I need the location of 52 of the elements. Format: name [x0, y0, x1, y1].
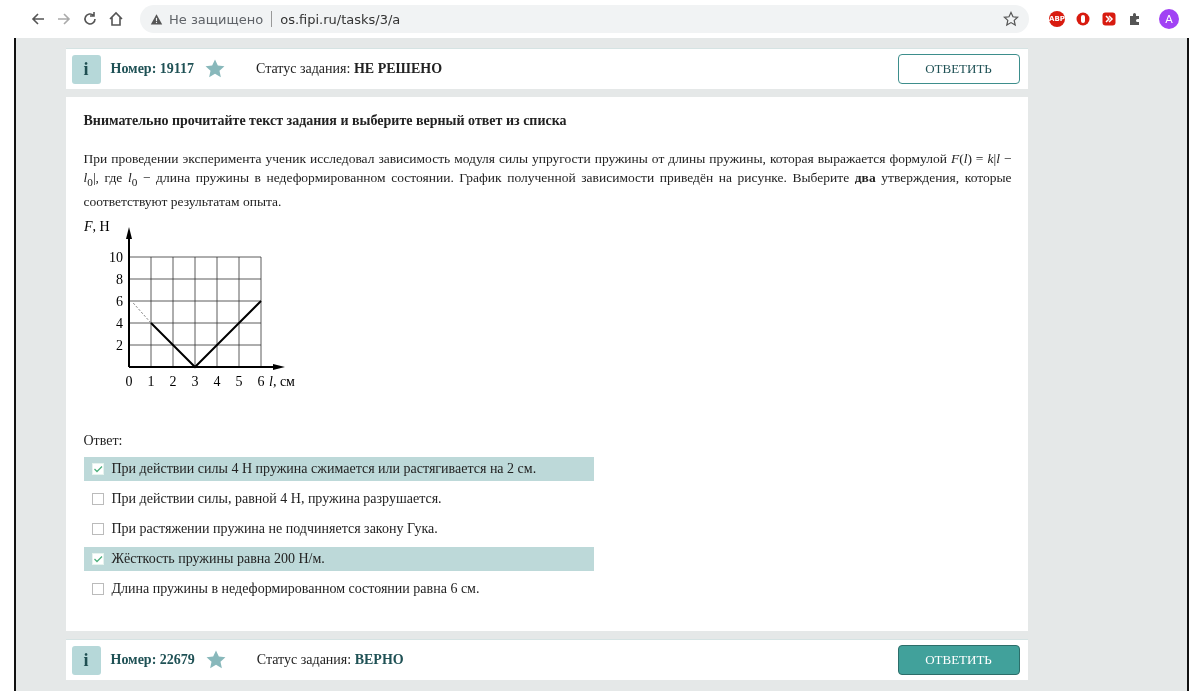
checkbox[interactable]	[91, 582, 104, 595]
answer-option[interactable]: Жёсткость пружины равна 200 Н/м.	[83, 546, 594, 571]
answer-button[interactable]: ОТВЕТИТЬ	[897, 54, 1020, 84]
task-text: При проведении эксперимента ученик исследовал зависимость модуля силы упругости пружины от длины пружины, которая выражается формулой F(l) = k|l − l$_{0}$|, где l$_{0}$ − длина пружины в недеформированном состоянии. График полученной зависимости приведён на рисунке. Выберите два утверждения, которые соответствуют результатам опыта.	[83, 150, 1012, 211]
security-label: Не защищено	[169, 11, 264, 27]
star-icon[interactable]	[204, 649, 227, 671]
x-tick-label: 5	[235, 373, 242, 389]
info-badge[interactable]: i	[71, 54, 101, 84]
y-tick-label: 6	[115, 293, 123, 309]
y-tick-label: 2	[115, 337, 123, 353]
x-tick-label: 0	[125, 373, 132, 389]
checkbox[interactable]	[91, 522, 104, 535]
x-axis-label: l, см	[268, 373, 295, 389]
answer-option[interactable]: При растяжении пружина не подчиняется закону Гука.	[83, 516, 594, 541]
profile-avatar[interactable]: A	[1159, 9, 1179, 29]
y-tick-label: 4	[115, 315, 123, 331]
task-status: Статус задания: ВЕРНО	[256, 652, 404, 668]
forward-icon[interactable]	[56, 11, 72, 27]
x-tick-label: 1	[147, 373, 154, 389]
task-number: Номер: 22679	[110, 652, 195, 668]
option-text: Длина пружины в недеформированном состоянии равна 6 см.	[111, 580, 480, 597]
extension-icon[interactable]	[1075, 11, 1091, 27]
extrapolation-line	[132, 302, 151, 324]
url-text: os.fipi.ru/tasks/3/a	[280, 11, 402, 27]
home-icon[interactable]	[108, 11, 124, 27]
info-badge[interactable]: i	[71, 645, 101, 675]
extension-icon[interactable]	[1101, 11, 1117, 27]
x-tick-label: 4	[213, 373, 220, 389]
star-icon[interactable]	[204, 58, 227, 80]
task-number: Номер: 19117	[110, 61, 195, 77]
task-instruction: Внимательно прочитайте текст задания и выберите верный ответ из списка	[83, 113, 568, 129]
y-axis-label: F, Н	[83, 218, 110, 235]
checkbox[interactable]	[91, 492, 104, 505]
answer-label: Ответ:	[83, 432, 124, 449]
option-text: Жёсткость пружины равна 200 Н/м.	[111, 550, 325, 567]
answer-option[interactable]: При действии силы, равной 4 Н, пружина разрушается.	[83, 486, 594, 511]
answer-option[interactable]: При действии силы 4 Н пружина сжимается или растягивается на 2 см.	[83, 456, 594, 481]
warning-icon	[150, 12, 163, 26]
answer-option[interactable]: Длина пружины в недеформированном состоянии равна 6 см.	[83, 576, 594, 601]
x-tick-label: 3	[191, 373, 198, 389]
y-tick-label: 10	[108, 249, 123, 265]
x-tick-label: 6	[257, 373, 264, 389]
y-tick-label: 8	[115, 271, 123, 287]
task-status: Статус задания: НЕ РЕШЕНО	[256, 61, 442, 77]
x-tick-label: 2	[169, 373, 176, 389]
option-text: При растяжении пружина не подчиняется закону Гука.	[111, 520, 438, 537]
reload-icon[interactable]	[82, 11, 98, 27]
option-text: При действии силы 4 Н пружина сжимается или растягивается на 2 см.	[111, 460, 537, 477]
option-text: При действии силы, равной 4 Н, пружина разрушается.	[111, 490, 442, 507]
back-icon[interactable]	[30, 11, 46, 27]
bookmark-star-icon[interactable]	[1003, 11, 1019, 27]
address-bar[interactable]: Не защищено os.fipi.ru/tasks/3/a	[140, 5, 1029, 33]
